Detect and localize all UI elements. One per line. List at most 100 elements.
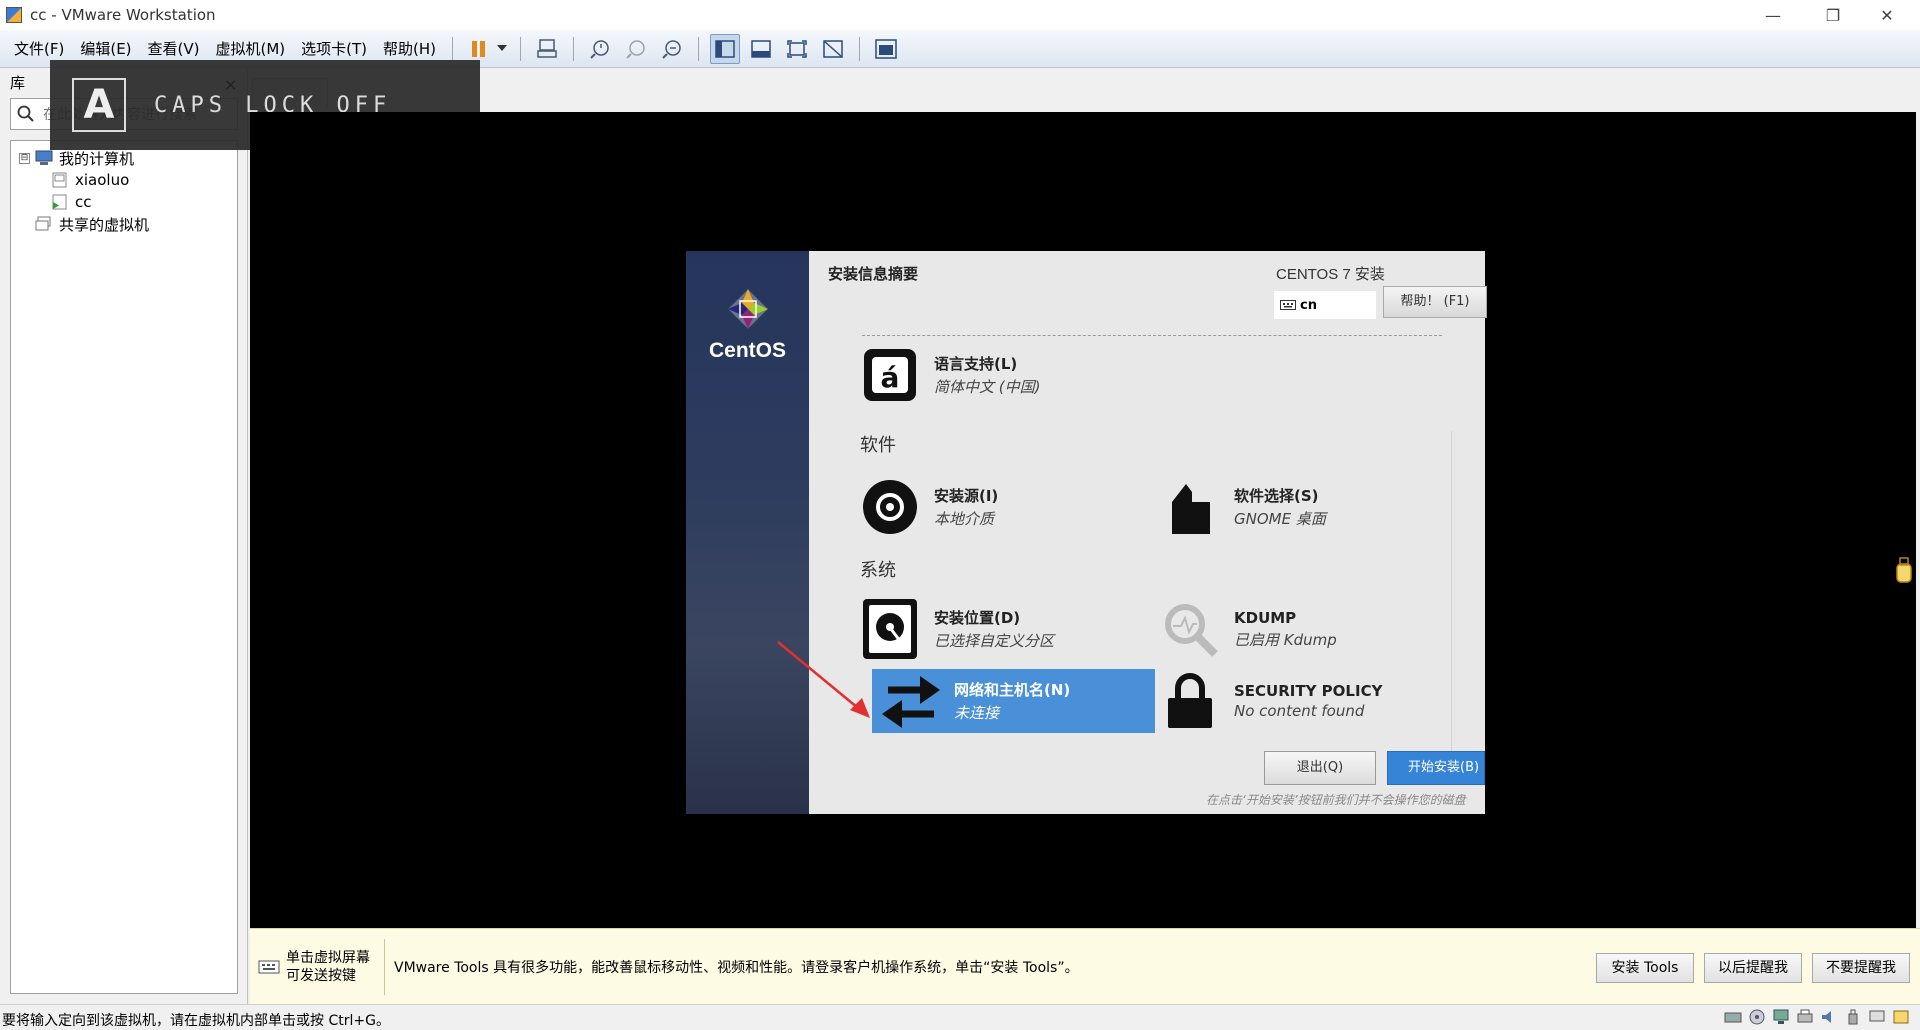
tree-item-shared-vms[interactable]: 共享的虚拟机	[11, 213, 237, 235]
menu-vm[interactable]: 虚拟机(M)	[208, 35, 294, 63]
usb-device-icon[interactable]	[1894, 556, 1914, 584]
usb-icon[interactable]	[1844, 1008, 1862, 1026]
tree-item-label: 共享的虚拟机	[59, 215, 150, 234]
disc-icon	[860, 475, 920, 539]
keyboard-hint-icon	[258, 960, 280, 974]
minimize-button[interactable]: —	[1750, 0, 1796, 30]
show-library-icon[interactable]	[710, 33, 741, 64]
scroll-edge	[1451, 431, 1452, 771]
sound-icon[interactable]	[1820, 1008, 1838, 1026]
click-to-send-keys-hint: 单击虚拟屏幕 可发送按键	[286, 950, 370, 984]
centos-logo-icon	[728, 289, 768, 329]
tree-expander[interactable]: ⊟	[19, 152, 30, 164]
fullscreen-icon[interactable]	[782, 34, 812, 64]
notification-divider	[384, 939, 385, 995]
spoke-status: No content found	[1234, 702, 1365, 720]
thumbnail-bar-icon[interactable]	[746, 34, 776, 64]
keyboard-layout-label: cn	[1300, 297, 1317, 313]
spoke-title: 网络和主机名(N)	[954, 681, 1071, 699]
spoke-status: 简体中文 (中国)	[934, 378, 1041, 396]
pause-icon[interactable]	[464, 34, 494, 64]
install-source-spoke[interactable]: 安装源(I) 本地介质	[860, 473, 1100, 541]
install-tools-button[interactable]: 安装 Tools	[1596, 953, 1694, 983]
install-destination-spoke[interactable]: 安装位置(D) 已选择自定义分区	[860, 595, 1100, 663]
language-icon: á	[860, 343, 920, 407]
message-icon[interactable]	[1892, 1008, 1910, 1026]
installer-sidebar: CentOS	[686, 251, 809, 814]
centos-installer-window: CentOS 安装信息摘要 CENTOS 7 安装 cn 帮助！ (F1) á …	[686, 251, 1487, 814]
printer-icon[interactable]	[1796, 1008, 1814, 1026]
quit-button[interactable]: 退出(Q)	[1264, 751, 1376, 785]
spoke-title: 软件选择(S)	[1234, 487, 1319, 505]
vmware-app-icon	[6, 7, 22, 23]
keyboard-layout-indicator[interactable]: cn	[1274, 291, 1376, 319]
spoke-status: 未连接	[954, 704, 1000, 722]
package-icon	[1160, 475, 1220, 539]
toolbar-separator	[520, 36, 522, 61]
hdd-icon[interactable]	[1724, 1008, 1742, 1026]
section-system: 系统	[860, 560, 896, 581]
menu-tabs[interactable]: 选项卡(T)	[293, 35, 375, 63]
snapshot-restore-icon[interactable]	[621, 34, 651, 64]
spoke-status: GNOME 桌面	[1234, 510, 1326, 528]
unity-icon[interactable]	[818, 34, 848, 64]
kdump-spoke[interactable]: KDUMP 已启用 Kdump	[1160, 595, 1400, 663]
network-hostname-spoke[interactable]: 网络和主机名(N) 未连接	[872, 669, 1155, 733]
installer-title: 安装信息摘要	[828, 265, 919, 283]
snapshot-icon[interactable]	[585, 34, 615, 64]
menu-edit[interactable]: 编辑(E)	[72, 35, 139, 63]
vmware-tools-notification: 单击虚拟屏幕 可发送按键 VMware Tools 具有很多功能，能改善鼠标移动…	[250, 928, 1920, 1004]
language-support-spoke[interactable]: á 语言支持(L) 简体中文 (中国)	[860, 341, 1100, 409]
computer-icon	[35, 150, 53, 165]
window-title: cc - VMware Workstation	[30, 6, 216, 24]
remind-later-button[interactable]: 以后提醒我	[1704, 953, 1802, 983]
network-arrows-icon	[880, 669, 940, 733]
tree-item-my-computer[interactable]: ⊟ 我的计算机	[11, 147, 237, 169]
cdrom-icon[interactable]	[1748, 1008, 1766, 1026]
keyboard-icon	[1280, 300, 1296, 310]
menu-help[interactable]: 帮助(H)	[375, 35, 444, 63]
console-view-icon[interactable]	[871, 34, 901, 64]
security-policy-spoke[interactable]: SECURITY POLICY No content found	[1160, 669, 1420, 733]
centos-brand-text: CentOS	[708, 339, 786, 362]
dropdown-arrow-icon[interactable]	[495, 34, 509, 64]
tree-item-xiaoluo[interactable]: xiaoluo	[11, 169, 237, 191]
spoke-title: KDUMP	[1234, 608, 1297, 627]
library-panel: 库 ⊟ 我的计算机 xiaoluo cc 共享的虚拟机	[0, 68, 248, 1008]
status-text: 要将输入定向到该虚拟机，请在虚拟机内部单击或按 Ctrl+G。	[2, 1013, 390, 1029]
display-icon[interactable]	[1868, 1008, 1886, 1026]
network-icon[interactable]	[1772, 1008, 1790, 1026]
tree-item-label: xiaoluo	[75, 171, 130, 189]
notification-message: VMware Tools 具有很多功能，能改善鼠标移动性、视频和性能。请登录客户…	[394, 960, 1079, 976]
snapshot-manager-icon[interactable]	[657, 34, 687, 64]
device-icons	[1724, 1008, 1910, 1026]
help-button[interactable]: 帮助！ (F1)	[1383, 286, 1487, 318]
annotation-arrow-icon	[777, 641, 870, 718]
running-vm-icon	[52, 194, 67, 210]
tree-item-cc[interactable]: cc	[11, 191, 237, 213]
toolbar-separator	[452, 36, 454, 61]
spoke-title: 安装源(I)	[934, 487, 999, 505]
spoke-title: 安装位置(D)	[934, 609, 1021, 627]
menu-file[interactable]: 文件(F)	[6, 35, 72, 63]
lock-icon	[1160, 669, 1220, 733]
toolbar-separator	[573, 36, 575, 61]
library-close-icon[interactable]: ×	[224, 75, 237, 94]
toolbar-separator	[859, 36, 861, 61]
menu-view[interactable]: 查看(V)	[140, 35, 208, 63]
spoke-title: 语言支持(L)	[934, 355, 1018, 373]
send-ctrl-alt-del-icon[interactable]	[532, 34, 562, 64]
magnifier-icon	[1160, 597, 1220, 661]
tree-item-label: cc	[75, 193, 92, 211]
spoke-status: 本地介质	[934, 510, 995, 528]
spoke-status: 已选择自定义分区	[934, 632, 1055, 650]
search-icon	[17, 105, 34, 122]
tree-item-label: 我的计算机	[59, 149, 135, 168]
never-remind-button[interactable]: 不要提醒我	[1812, 953, 1910, 983]
begin-installation-button[interactable]: 开始安装(B)	[1387, 751, 1485, 785]
restore-button[interactable]: ❐	[1810, 0, 1856, 30]
installer-note: 在点击‘开始安装’按钮前我们并不会操作您的磁盘	[1206, 793, 1466, 807]
close-button[interactable]: ✕	[1864, 0, 1910, 30]
software-selection-spoke[interactable]: 软件选择(S) GNOME 桌面	[1160, 473, 1400, 541]
toolbar-separator	[698, 36, 700, 61]
